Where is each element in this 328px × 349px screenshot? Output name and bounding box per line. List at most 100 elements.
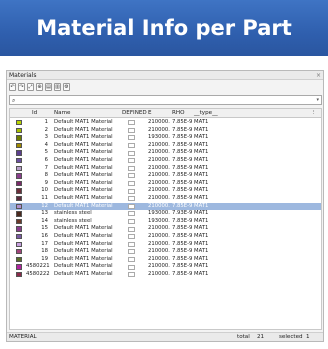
undo-button[interactable]: ↶ [9, 83, 16, 91]
color-swatch[interactable] [16, 127, 22, 133]
defined-checkbox[interactable] [128, 203, 135, 209]
defined-checkbox[interactable] [128, 249, 135, 255]
table-row[interactable]: 13 stainless steel 193000. 7.93E-9 MAT1 [10, 210, 321, 218]
columns-button[interactable]: ▥ [54, 83, 61, 91]
defined-checkbox[interactable] [128, 234, 135, 240]
table-row[interactable]: 1 Default MAT1 Material 210000. 7.85E-9 MAT1 [10, 119, 321, 127]
defined-checkbox[interactable] [128, 181, 135, 187]
color-swatch[interactable] [16, 188, 22, 194]
defined-checkbox[interactable] [128, 120, 135, 126]
defined-checkbox[interactable] [128, 226, 135, 232]
defined-checkbox[interactable] [128, 165, 135, 171]
color-swatch[interactable] [16, 135, 22, 141]
table-row[interactable]: 4580221 Default MAT1 Material 210000. 7.85E… [10, 263, 321, 271]
table-row[interactable]: 8 Default MAT1 Material 210000. 7.85E-9 MAT1 [10, 172, 321, 180]
table-row[interactable]: 11 Default MAT1 Material 210000. 7.85E-9 MAT… [10, 195, 321, 203]
column-header-name[interactable]: Name [54, 109, 71, 118]
title-banner: Material Info per Part [0, 0, 328, 56]
defined-checkbox[interactable] [128, 272, 135, 278]
column-header-defined[interactable]: DEFINED [122, 109, 147, 118]
color-swatch[interactable] [16, 157, 22, 164]
table-row[interactable]: 2 Default MAT1 Material 210000. 7.85E-9 MAT1 [10, 127, 321, 135]
table-row[interactable]: 19 Default MAT1 Material 210000. 7.85E-9 MAT… [10, 256, 321, 264]
cell-name: Default MAT1 Material [54, 179, 113, 186]
defined-checkbox[interactable] [128, 150, 135, 156]
defined-checkbox[interactable] [128, 188, 135, 194]
color-swatch[interactable] [16, 120, 22, 126]
table-row[interactable]: 6 Default MAT1 Material 210000. 7.85E-9 MAT1 [10, 157, 321, 165]
table-row[interactable]: 16 Default MAT1 Material 210000. 7.85E-9 MAT… [10, 233, 321, 241]
defined-checkbox[interactable] [128, 256, 135, 262]
defined-checkbox[interactable] [128, 135, 135, 141]
color-swatch[interactable] [16, 218, 22, 225]
redo-button[interactable]: ↷ [18, 83, 25, 91]
table-row[interactable]: 10 Default MAT1 Material 210000. 7.85E-9 MAT… [10, 187, 321, 195]
cell-name: Default MAT1 Material [54, 255, 113, 262]
defined-checkbox[interactable] [128, 143, 135, 149]
column-header-e[interactable]: E [148, 109, 152, 118]
defined-checkbox[interactable] [128, 196, 135, 202]
cell-rho: 7.85E-9 [172, 172, 193, 179]
column-header-id[interactable]: Id [32, 109, 37, 118]
color-swatch[interactable] [16, 195, 22, 202]
color-swatch[interactable] [16, 150, 22, 156]
color-swatch[interactable] [16, 241, 22, 247]
cell-rho: 7.83E-9 [172, 217, 193, 224]
cell-id: 11 [41, 194, 48, 201]
table-row[interactable]: 3 Default MAT1 Material 193000. 7.85E-9 MAT1 [10, 134, 321, 142]
column-menu-icon[interactable]: ⫶ [313, 109, 314, 118]
cell-name: Default MAT1 Material [54, 164, 113, 171]
color-swatch[interactable] [16, 256, 22, 263]
table-row[interactable]: 18 Default MAT1 Material 210000. 7.85E-9 MAT… [10, 248, 321, 256]
cell-id: 8 [44, 172, 48, 179]
table-row[interactable]: 7 Default MAT1 Material 210000. 7.85E-9 MAT1 [10, 165, 321, 173]
table-row[interactable]: 15 Default MAT1 Material 210000. 7.85E-9 MAT… [10, 225, 321, 233]
defined-checkbox[interactable] [128, 264, 135, 270]
color-swatch[interactable] [16, 249, 22, 255]
column-header-rho[interactable]: RHO [172, 109, 185, 118]
panel-title: Materials [7, 71, 323, 80]
color-swatch[interactable] [16, 211, 22, 217]
column-header-type[interactable]: __type__ [194, 109, 218, 118]
cell-id: 15 [41, 225, 48, 232]
color-swatch[interactable] [16, 165, 22, 171]
table-row[interactable]: 14 stainless steel 193000. 7.83E-9 MAT1 [10, 218, 321, 226]
table-row[interactable]: 4580222 Default MAT1 Material 210000. 7.85E… [10, 271, 321, 279]
table-view-button[interactable]: ▤ [45, 83, 52, 91]
cell-name: Default MAT1 Material [54, 119, 113, 125]
add-button[interactable]: ⊕ [36, 83, 43, 91]
defined-checkbox[interactable] [128, 173, 135, 179]
cell-rho: 7.85E-9 [172, 248, 193, 255]
color-swatch[interactable] [16, 226, 22, 232]
color-swatch[interactable] [16, 173, 22, 179]
settings-button[interactable]: ⚙ [63, 83, 70, 91]
chevron-down-icon[interactable]: ▾ [316, 97, 319, 103]
search-input[interactable] [20, 96, 310, 104]
status-total: 21 [257, 334, 265, 340]
cell-name: Default MAT1 Material [54, 172, 113, 179]
cell-e: 210000. [148, 119, 170, 125]
cell-type: MAT1 [194, 156, 209, 163]
defined-checkbox[interactable] [128, 219, 135, 225]
table-row[interactable]: 5 Default MAT1 Material 210000. 7.85E-9 MAT1 [10, 149, 321, 157]
defined-checkbox[interactable] [128, 211, 135, 217]
color-swatch[interactable] [16, 271, 22, 278]
cell-rho: 7.85E-9 [172, 134, 193, 141]
defined-checkbox[interactable] [128, 241, 135, 247]
color-swatch[interactable] [16, 203, 22, 209]
close-icon[interactable]: × [316, 71, 321, 80]
table-row[interactable]: 12 Default MAT1 Material 210000. 7.85E-9 MAT… [10, 202, 321, 211]
expand-button[interactable]: ⤢ [27, 83, 34, 91]
defined-checkbox[interactable] [128, 158, 135, 164]
color-swatch[interactable] [16, 180, 22, 187]
cell-type: MAT1 [194, 232, 209, 239]
color-swatch[interactable] [16, 233, 22, 240]
table-row[interactable]: 17 Default MAT1 Material 210000. 7.85E-9 MAT… [10, 241, 321, 249]
cell-id: 14 [41, 217, 48, 224]
table-row[interactable]: 9 Default MAT1 Material 210000. 7.85E-9 MAT1 [10, 180, 321, 188]
defined-checkbox[interactable] [128, 127, 135, 133]
table-row[interactable]: 4 Default MAT1 Material 210000. 7.85E-9 MAT1 [10, 142, 321, 150]
color-swatch[interactable] [16, 142, 22, 149]
color-swatch[interactable] [16, 264, 22, 270]
cell-name: Default MAT1 Material [54, 232, 113, 239]
